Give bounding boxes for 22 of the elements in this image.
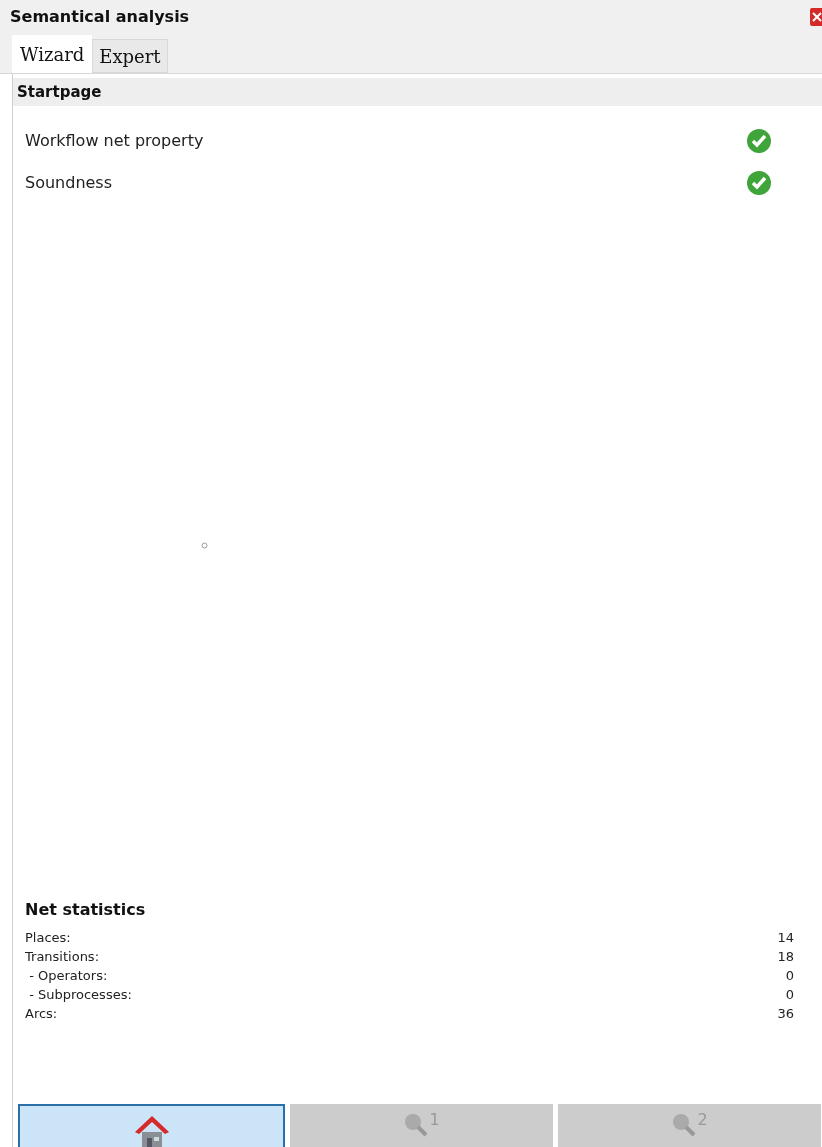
tab[interactable]: Wizard (12, 35, 93, 73)
stat-value: 14 (777, 928, 794, 947)
stat-label: - Operators: (28, 966, 108, 985)
close-icon[interactable] (810, 8, 822, 26)
stat-label: Places: (25, 928, 71, 947)
stat-value: 36 (777, 1004, 794, 1023)
magnifier-icon (671, 1112, 698, 1138)
page-title: Startpage (17, 81, 102, 103)
stat-value: 0 (785, 966, 794, 985)
stat-value: 18 (777, 947, 794, 966)
check-label: Soundness (25, 172, 113, 194)
tab[interactable]: Expert (92, 39, 168, 73)
check-label: Workflow net property (25, 130, 204, 152)
stat-label: Transitions: (25, 947, 100, 966)
stat-label: - Subprocesses: (28, 985, 132, 1004)
magnifier-icon (403, 1112, 430, 1138)
section-title: Net statistics (25, 899, 147, 921)
ring-icon (201, 542, 208, 549)
stat-label: Arcs: (25, 1004, 58, 1023)
window-title: Semantical analysis (10, 6, 190, 28)
stat-value: 0 (785, 985, 794, 1004)
home-button[interactable] (18, 1104, 285, 1147)
